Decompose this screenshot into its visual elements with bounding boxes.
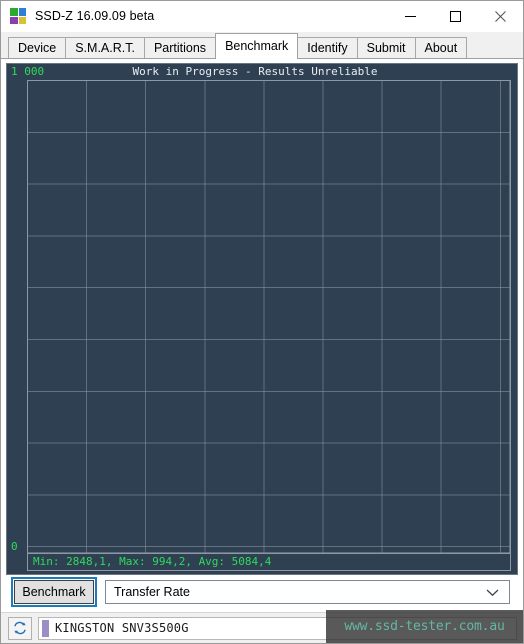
window-title: SSD-Z 16.09.09 beta: [35, 9, 155, 23]
refresh-button[interactable]: [8, 616, 32, 640]
work-in-progress-warning: Work in Progress - Results Unreliable: [132, 65, 378, 78]
drive-color-marker: [42, 619, 49, 637]
application-window: SSD-Z 16.09.09 beta Device S.M.A.R.T. Pa…: [0, 0, 524, 644]
maximize-icon: [450, 10, 461, 22]
tab-partitions[interactable]: Partitions: [143, 37, 217, 58]
close-button[interactable]: [478, 1, 523, 32]
tab-smart[interactable]: S.M.A.R.T.: [65, 37, 145, 58]
selected-drive-field[interactable]: KINGSTON SNV3S500G: [38, 616, 517, 640]
selected-drive-name: KINGSTON SNV3S500G: [55, 621, 189, 635]
logo-square-top-left: [10, 8, 18, 16]
logo-square-bottom-left: [10, 16, 18, 24]
logo-square-top-right: [18, 8, 26, 16]
benchmark-mode-select[interactable]: Transfer Rate: [105, 580, 510, 604]
tab-strip: Device S.M.A.R.T. Partitions Benchmark I…: [1, 32, 523, 59]
tab-device[interactable]: Device: [8, 37, 67, 58]
close-icon: [495, 10, 506, 22]
maximize-button[interactable]: [433, 1, 478, 32]
status-bar: KINGSTON SNV3S500G: [1, 612, 523, 643]
benchmark-chart-panel: 1 000 Work in Progress - Results Unrelia…: [6, 63, 518, 575]
plot-wrapper: 0: [7, 80, 517, 554]
chart-plot-area[interactable]: [27, 80, 511, 554]
ssdz-logo-icon: [10, 8, 26, 24]
minimize-button[interactable]: [388, 1, 433, 32]
chevron-down-icon: [486, 588, 503, 597]
window-controls: [388, 1, 523, 32]
logo-square-bottom-right: [18, 16, 26, 24]
tab-identify[interactable]: Identify: [297, 37, 358, 58]
y-axis-min-label: 0: [11, 540, 18, 553]
benchmark-tab-content: 1 000 Work in Progress - Results Unrelia…: [1, 59, 523, 612]
transfer-rate-series: [28, 81, 510, 563]
tab-benchmark[interactable]: Benchmark: [215, 33, 299, 59]
tab-submit[interactable]: Submit: [356, 37, 416, 58]
benchmark-controls-row: Benchmark Transfer Rate: [6, 577, 518, 607]
minimize-icon: [405, 15, 416, 17]
title-bar: SSD-Z 16.09.09 beta: [1, 1, 523, 32]
benchmark-mode-select-value: Transfer Rate: [114, 585, 190, 599]
chart-header: 1 000 Work in Progress - Results Unrelia…: [7, 64, 517, 80]
benchmark-button[interactable]: Benchmark: [11, 577, 97, 607]
tab-about[interactable]: About: [414, 37, 468, 58]
refresh-icon: [14, 621, 26, 635]
